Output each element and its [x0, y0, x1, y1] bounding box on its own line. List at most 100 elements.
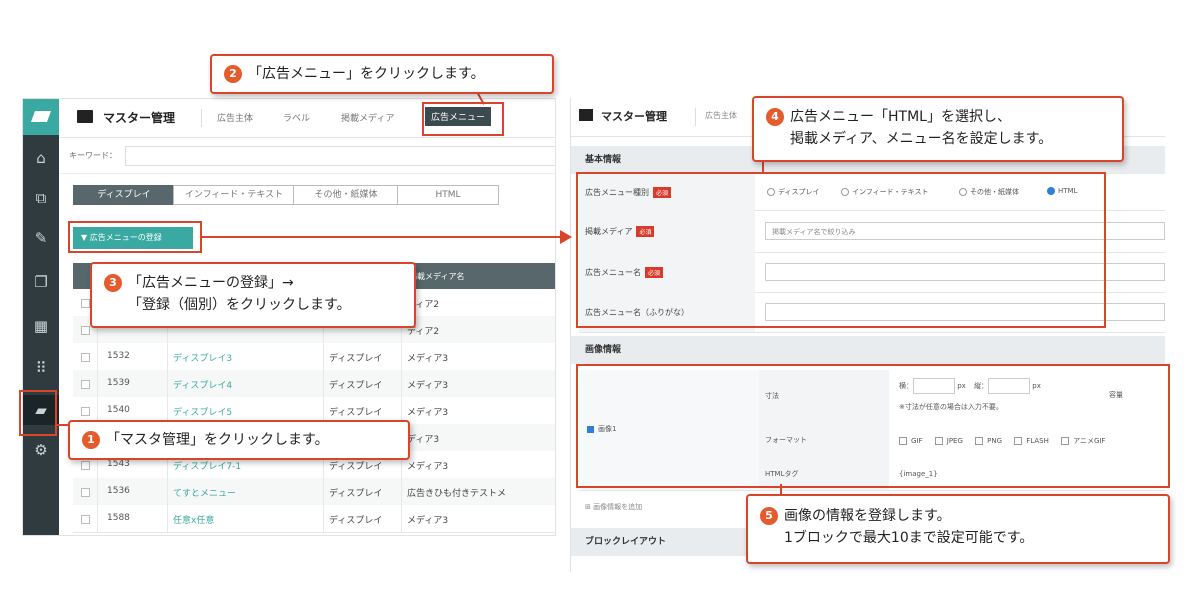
divider: [167, 370, 168, 397]
segment-display[interactable]: ディスプレイ: [73, 185, 175, 205]
row-media: メディア3: [407, 381, 449, 391]
row-media: メディア3: [407, 354, 449, 364]
calendar-icon[interactable]: ▦: [23, 311, 59, 341]
home-icon[interactable]: ⌂: [23, 143, 59, 173]
header-media: 掲載メディア名: [409, 272, 465, 281]
divider: [695, 108, 696, 126]
row-media: メディア3: [407, 408, 449, 418]
page-title: マスター管理: [103, 111, 176, 125]
divider: [323, 343, 324, 370]
callout-text: 「マスタ管理」をクリックします。: [106, 432, 329, 448]
gear-icon[interactable]: ⚙: [23, 435, 59, 465]
row-id: 1540: [107, 405, 130, 415]
row-name-link[interactable]: ディスプレイ3: [173, 351, 232, 364]
edit-icon[interactable]: ✎: [23, 223, 59, 253]
divider: [97, 370, 98, 397]
row-type: ディスプレイ: [329, 489, 383, 499]
divider: [167, 505, 168, 532]
row-checkbox[interactable]: [81, 353, 90, 362]
step-number: 2: [224, 65, 242, 83]
add-image-link[interactable]: ⊞ 画像情報を追加: [585, 502, 642, 512]
callout-5: 5 画像の情報を登録します。 1ブロックで最大10まで設定可能です。: [746, 494, 1170, 564]
table-row[interactable]: 1532 ディスプレイ3 ディスプレイ メディア3: [73, 343, 555, 371]
highlight-image-fields: [576, 364, 1170, 488]
tab-label[interactable]: ラベル: [283, 111, 310, 124]
divider: [323, 478, 324, 505]
callout-text: 1ブロックで最大10まで設定可能です。: [784, 530, 1034, 546]
tab-media[interactable]: 掲載メディア: [341, 111, 394, 124]
divider: [97, 478, 98, 505]
divider: [97, 505, 98, 532]
highlight-folder-icon: [19, 390, 57, 436]
row-media: 広告きひも付きテストメ: [407, 489, 507, 499]
segment-infeed[interactable]: インフィード・テキスト: [173, 185, 295, 205]
network-icon[interactable]: ⧉: [23, 183, 59, 213]
highlight-register-button: [68, 221, 202, 253]
divider: [97, 343, 98, 370]
row-name-link[interactable]: 任意x任意: [173, 513, 214, 526]
divider: [401, 370, 402, 397]
sidebar: ⌂ ⧉ ✎ ❐ ▦ ⠿ ▰ ⚙: [23, 99, 59, 535]
divider: [167, 343, 168, 370]
row-type: ディスプレイ: [329, 408, 383, 418]
callout-text: 「広告メニューの登録」→: [128, 275, 294, 291]
row-id: 1536: [107, 486, 130, 496]
callout-3: 3 「広告メニューの登録」→ 「登録（個別）をクリックします。: [90, 262, 416, 328]
arrow-line: [202, 236, 570, 238]
callout-text: 画像の情報を登録します。: [784, 508, 951, 524]
row-checkbox[interactable]: [81, 380, 90, 389]
segment-html[interactable]: HTML: [397, 185, 499, 205]
table-row[interactable]: 1536 てすとメニュー ディスプレイ 広告きひも付きテストメ: [73, 478, 555, 506]
divider: [201, 109, 202, 127]
divider: [401, 343, 402, 370]
tab-advertiser[interactable]: 広告主体: [217, 111, 253, 124]
step-number: 4: [766, 108, 784, 126]
tab-advertiser[interactable]: 広告主体: [705, 110, 737, 121]
row-checkbox[interactable]: [81, 407, 90, 416]
row-id: 1532: [107, 351, 130, 361]
page-title: マスター管理: [601, 110, 667, 123]
row-checkbox[interactable]: [81, 515, 90, 524]
callout-text: 掲載メディア、メニュー名を設定します。: [790, 131, 1053, 147]
segment-other[interactable]: その他・紙媒体: [293, 185, 399, 205]
table-row[interactable]: 1588 任意x任意 ディスプレイ メディア3: [73, 505, 555, 533]
row-checkbox[interactable]: [81, 299, 90, 308]
logo-icon: [23, 99, 59, 135]
row-type: ディスプレイ: [329, 381, 383, 391]
row-checkbox[interactable]: [81, 326, 90, 335]
row-id: 1539: [107, 378, 130, 388]
arrow-head: [560, 230, 572, 244]
row-type: ディスプレイ: [329, 354, 383, 364]
divider: [401, 478, 402, 505]
callout-4: 4 広告メニュー「HTML」を選択し、 掲載メディア、メニュー名を設定します。: [752, 96, 1124, 162]
table-row[interactable]: 1539 ディスプレイ4 ディスプレイ メディア3: [73, 370, 555, 398]
row-checkbox[interactable]: [81, 488, 90, 497]
callout-text: 広告メニュー「HTML」を選択し、: [790, 109, 1011, 125]
folder-icon: [579, 109, 593, 121]
row-checkbox[interactable]: [81, 461, 90, 470]
row-name-link[interactable]: ディスプレイ5: [173, 405, 232, 418]
row-id: 1543: [107, 459, 130, 469]
row-name-link[interactable]: ディスプレイ7-1: [173, 459, 241, 472]
highlight-basic-fields: [576, 172, 1106, 328]
keyword-input[interactable]: [125, 146, 555, 166]
row-name-link[interactable]: ディスプレイ4: [173, 378, 232, 391]
divider: [323, 505, 324, 532]
section-image-info: 画像情報: [571, 336, 1165, 364]
callout-text: 「広告メニュー」をクリックします。: [248, 66, 485, 82]
row-media: メディア3: [407, 462, 449, 472]
callout-1: 1 「マスタ管理」をクリックします。: [68, 420, 410, 460]
row-type: ディスプレイ: [329, 516, 383, 526]
layers-icon[interactable]: ❐: [23, 267, 59, 297]
keyword-label: キーワード：: [69, 151, 117, 160]
row-type: ディスプレイ: [329, 462, 383, 472]
highlight-ad-menu-tab: [422, 102, 504, 136]
step-number: 3: [104, 274, 122, 292]
row-id: 1588: [107, 513, 130, 523]
row-name-link[interactable]: てすとメニュー: [173, 486, 236, 499]
divider: [323, 370, 324, 397]
grid-icon[interactable]: ⠿: [23, 353, 59, 383]
folder-icon: [77, 110, 93, 123]
callout-2: 2 「広告メニュー」をクリックします。: [210, 54, 554, 94]
divider: [401, 505, 402, 532]
